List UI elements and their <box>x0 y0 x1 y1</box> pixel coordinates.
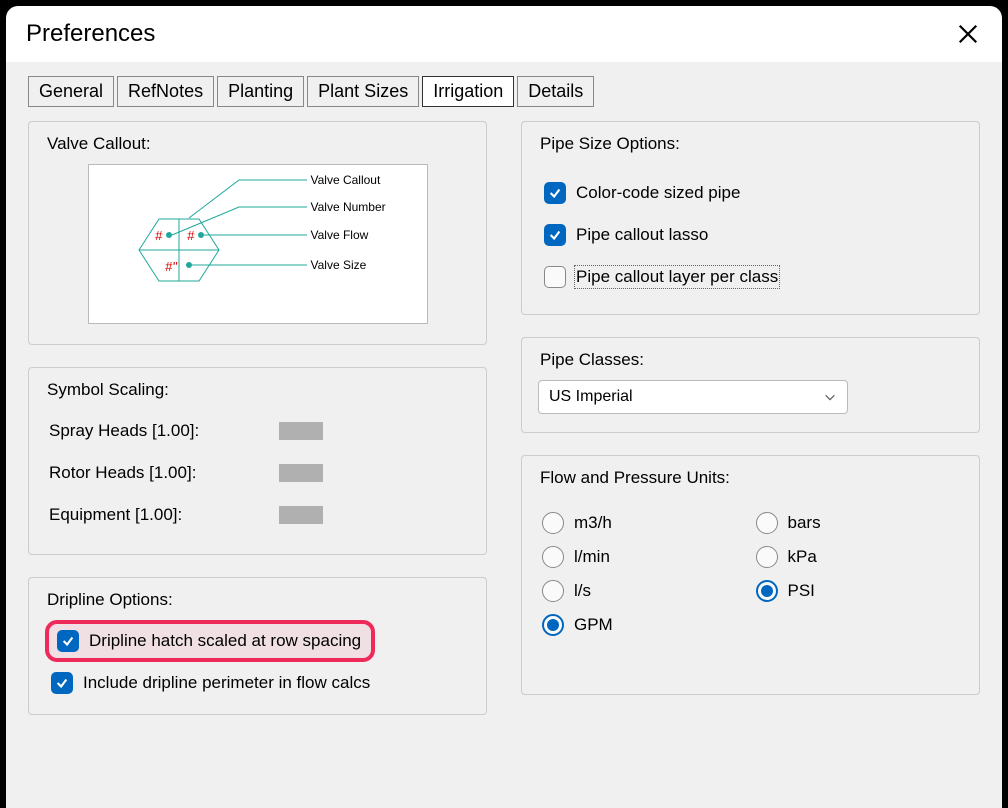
checkbox-checked-icon <box>544 224 566 246</box>
flow-unit-radio-l-s[interactable]: l/s <box>542 580 746 602</box>
symbol-scaling-group: Symbol Scaling: Spray Heads [1.00]: Rotor… <box>28 367 487 555</box>
pressure-unit-label: PSI <box>788 581 815 601</box>
dripline-hatch-label: Dripline hatch scaled at row spacing <box>89 631 361 651</box>
radio-icon <box>756 546 778 568</box>
pressure-unit-radio-PSI[interactable]: PSI <box>756 580 960 602</box>
dripline-perimeter-checkbox[interactable]: Include dripline perimeter in flow calcs <box>45 666 470 700</box>
close-button[interactable] <box>954 20 982 48</box>
tab-general[interactable]: General <box>28 76 114 107</box>
tab-strip: GeneralRefNotesPlantingPlant SizesIrriga… <box>28 76 980 107</box>
highlight-annotation: Dripline hatch scaled at row spacing <box>45 620 375 662</box>
flow-unit-radio-GPM[interactable]: GPM <box>542 614 746 636</box>
window-title: Preferences <box>26 20 155 48</box>
pipe-classes-group: Pipe Classes: US Imperial <box>521 337 980 433</box>
close-icon <box>957 23 979 45</box>
symbol-scale-label: Spray Heads [1.00]: <box>49 421 279 441</box>
pipe-classes-select[interactable]: US Imperial <box>538 380 848 414</box>
flow-unit-label: GPM <box>574 615 613 635</box>
flow-pressure-units-legend: Flow and Pressure Units: <box>538 468 963 488</box>
callout-label-size: Valve Size <box>311 258 367 272</box>
flow-unit-label: l/s <box>574 581 591 601</box>
symbol-scale-row: Equipment [1.00]: <box>45 494 470 536</box>
valve-callout-legend: Valve Callout: <box>45 134 470 154</box>
radio-icon <box>542 546 564 568</box>
pipe-callout-lasso-label: Pipe callout lasso <box>576 225 708 245</box>
checkbox-checked-icon <box>544 182 566 204</box>
pipe-callout-layer-checkbox[interactable]: Pipe callout layer per class <box>538 256 963 298</box>
radio-icon <box>542 580 564 602</box>
flow-unit-label: m3/h <box>574 513 612 533</box>
radio-icon <box>756 580 778 602</box>
pipe-classes-value: US Imperial <box>549 388 633 406</box>
tab-planting[interactable]: Planting <box>217 76 304 107</box>
flow-unit-radio-l-min[interactable]: l/min <box>542 546 746 568</box>
titlebar: Preferences <box>6 6 1002 62</box>
flow-unit-radio-m3-h[interactable]: m3/h <box>542 512 746 534</box>
symbol-scaling-legend: Symbol Scaling: <box>45 380 470 400</box>
dripline-perimeter-label: Include dripline perimeter in flow calcs <box>83 673 370 693</box>
checkbox-checked-icon <box>51 672 73 694</box>
flow-unit-label: l/min <box>574 547 610 567</box>
symbol-scale-label: Rotor Heads [1.00]: <box>49 463 279 483</box>
dripline-hatch-checkbox[interactable]: Dripline hatch scaled at row spacing <box>53 628 365 654</box>
radio-icon <box>542 614 564 636</box>
callout-label-number: Valve Number <box>311 200 386 214</box>
checkbox-unchecked-icon <box>544 266 566 288</box>
color-code-pipe-label: Color-code sized pipe <box>576 183 740 203</box>
symbol-scale-row: Rotor Heads [1.00]: <box>45 452 470 494</box>
symbol-scale-slider[interactable] <box>279 464 323 482</box>
valve-callout-preview: # # #" Valve Cal <box>88 164 428 324</box>
dripline-options-group: Dripline Options: Dripline hatch scaled … <box>28 577 487 715</box>
pipe-callout-layer-label: Pipe callout layer per class <box>576 267 778 287</box>
tab-details[interactable]: Details <box>517 76 594 107</box>
callout-label-callout: Valve Callout <box>311 173 381 187</box>
radio-icon <box>542 512 564 534</box>
checkbox-checked-icon <box>57 630 79 652</box>
callout-label-flow: Valve Flow <box>311 228 369 242</box>
pipe-callout-lasso-checkbox[interactable]: Pipe callout lasso <box>538 214 963 256</box>
radio-icon <box>756 512 778 534</box>
pipe-size-options-legend: Pipe Size Options: <box>538 134 963 154</box>
tab-refnotes[interactable]: RefNotes <box>117 76 214 107</box>
pressure-unit-label: kPa <box>788 547 817 567</box>
symbol-scale-slider[interactable] <box>279 506 323 524</box>
symbol-scale-row: Spray Heads [1.00]: <box>45 410 470 452</box>
pressure-unit-radio-kPa[interactable]: kPa <box>756 546 960 568</box>
valve-callout-group: Valve Callout: # # #" <box>28 121 487 345</box>
symbol-scale-slider[interactable] <box>279 422 323 440</box>
dripline-options-legend: Dripline Options: <box>45 590 470 610</box>
pipe-classes-legend: Pipe Classes: <box>538 350 963 370</box>
pressure-unit-radio-bars[interactable]: bars <box>756 512 960 534</box>
pipe-size-options-group: Pipe Size Options: Color-code sized pipe… <box>521 121 980 315</box>
pressure-unit-label: bars <box>788 513 821 533</box>
chevron-down-icon <box>823 390 837 404</box>
tab-irrigation[interactable]: Irrigation <box>422 76 514 107</box>
flow-pressure-units-group: Flow and Pressure Units: m3/h bars l/min kP… <box>521 455 980 695</box>
symbol-scale-label: Equipment [1.00]: <box>49 505 279 525</box>
tab-plant-sizes[interactable]: Plant Sizes <box>307 76 419 107</box>
color-code-pipe-checkbox[interactable]: Color-code sized pipe <box>538 172 963 214</box>
callout-leader-lines <box>89 165 429 325</box>
